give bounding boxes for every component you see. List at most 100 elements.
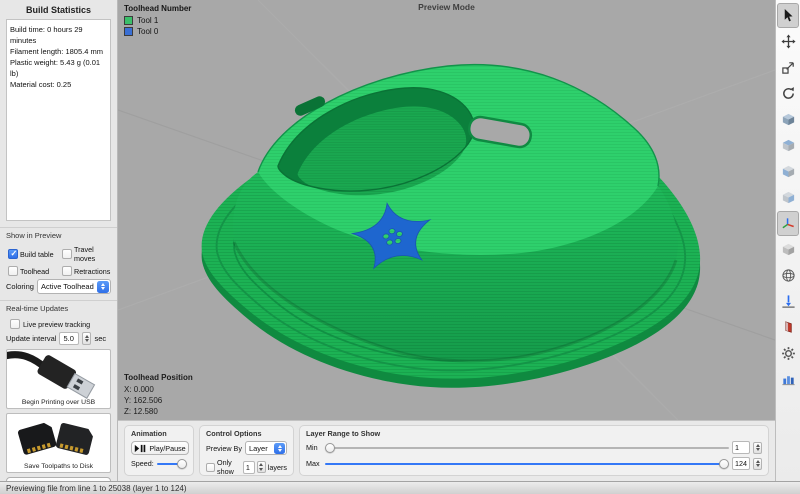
usb-cable-image <box>7 350 110 399</box>
dropdown-arrows-icon <box>97 281 109 293</box>
support-icon <box>781 320 796 335</box>
scale-icon <box>781 60 796 75</box>
view-top-button[interactable] <box>777 133 799 158</box>
statistics-button[interactable] <box>777 367 799 392</box>
stat-build-time: Build time: 0 hours 29 minutes <box>10 24 107 46</box>
build-table-checkbox[interactable] <box>8 249 18 259</box>
update-interval-unit: sec <box>94 334 106 343</box>
cube-front-icon <box>781 164 796 179</box>
retractions-checkbox[interactable] <box>62 266 72 276</box>
layer-range-title: Layer Range to Show <box>306 429 762 438</box>
only-show-checkbox[interactable] <box>206 463 215 472</box>
min-slider-track[interactable] <box>325 447 729 450</box>
preview-by-row: Preview By Layer <box>206 441 287 455</box>
only-show-unit: layers <box>268 463 287 472</box>
wireframe-sphere-icon <box>781 268 796 283</box>
save-toolpaths-button[interactable]: Save Toolpaths to Disk <box>6 413 111 473</box>
max-layer-input[interactable]: 124 <box>732 457 750 470</box>
move-icon <box>781 34 796 49</box>
model-visibility-button[interactable] <box>777 237 799 262</box>
coloring-value: Active Toolhead <box>38 282 97 291</box>
stat-plastic-weight: Plastic weight: 5.43 g (0.01 lb) <box>10 57 107 79</box>
legend-title: Toolhead Number <box>124 4 191 13</box>
checkbox-travel-moves[interactable]: Travel moves <box>62 245 116 263</box>
layer-range-group: Layer Range to Show Min 1 Max 124 <box>299 425 769 476</box>
live-preview-tracking-checkbox[interactable] <box>10 319 20 329</box>
usb-button-caption: Begin Printing over USB <box>22 399 95 406</box>
tool0-color-swatch <box>124 27 133 36</box>
speed-row: Speed: <box>131 458 187 469</box>
only-show-stepper[interactable] <box>257 461 266 473</box>
animation-title: Animation <box>131 429 187 438</box>
cube-iso-icon <box>781 112 796 127</box>
cross-section-icon <box>781 294 796 309</box>
checkbox-toolhead[interactable]: Toolhead <box>8 266 62 276</box>
view-iso-button[interactable] <box>777 107 799 132</box>
move-tool-button[interactable] <box>777 29 799 54</box>
toolhead-label: Toolhead <box>20 267 49 276</box>
status-text: Previewing file from line 1 to 25038 (la… <box>6 484 187 493</box>
coloring-row: Coloring Active Toolhead <box>0 276 117 294</box>
speed-label: Speed: <box>131 459 154 468</box>
coloring-dropdown[interactable]: Active Toolhead <box>37 279 111 294</box>
stat-material-cost: Material cost: 0.25 <box>10 79 107 90</box>
cube-gray-icon <box>781 242 796 257</box>
cross-section-button[interactable] <box>777 289 799 314</box>
max-layer-row: Max 124 <box>306 457 762 470</box>
animation-group: Animation Play/Pause Speed: <box>124 425 194 476</box>
build-statistics-box: Build time: 0 hours 29 minutes Filament … <box>6 19 111 221</box>
max-slider-knob[interactable] <box>719 459 729 469</box>
travel-moves-label: Travel moves <box>74 245 116 263</box>
preview-by-dropdown[interactable]: Layer <box>245 441 287 455</box>
travel-moves-checkbox[interactable] <box>62 249 72 259</box>
only-show-label: Only show <box>217 458 241 476</box>
bar-chart-icon <box>781 372 796 387</box>
toolhead-z: Z: 12.580 <box>124 406 193 417</box>
live-preview-tracking-row[interactable]: Live preview tracking <box>0 316 117 329</box>
min-layer-input[interactable]: 1 <box>732 441 750 454</box>
max-layer-stepper[interactable] <box>753 458 762 470</box>
toolhead-position-readout: Toolhead Position X: 0.000 Y: 162.506 Z:… <box>124 372 193 417</box>
begin-printing-usb-button[interactable]: Begin Printing over USB <box>6 349 111 409</box>
view-toolbar <box>775 0 800 481</box>
min-slider-knob[interactable] <box>325 443 335 453</box>
view-front-button[interactable] <box>777 159 799 184</box>
realtime-updates-section: Real-time Updates <box>0 300 117 313</box>
min-layer-slider[interactable] <box>325 442 729 453</box>
max-layer-slider[interactable] <box>325 458 729 469</box>
update-interval-stepper[interactable] <box>82 332 91 345</box>
wireframe-button[interactable] <box>777 263 799 288</box>
preview-checkbox-grid: Build table Travel moves Toolhead Retrac… <box>0 243 117 276</box>
cursor-icon <box>781 8 796 23</box>
axes-icon <box>781 216 796 231</box>
sd-button-caption: Save Toolpaths to Disk <box>24 463 93 470</box>
play-pause-label: Play/Pause <box>149 444 185 453</box>
update-interval-input[interactable]: 5.0 <box>59 332 79 345</box>
update-interval-label: Update interval <box>6 334 56 343</box>
preview-viewport[interactable]: Preview Mode Toolhead Number Tool 1 Tool… <box>118 0 775 420</box>
only-show-input[interactable]: 1 <box>243 461 255 474</box>
cube-top-icon <box>781 138 796 153</box>
coloring-label: Coloring <box>6 282 34 291</box>
build-statistics-title: Build Statistics <box>0 5 117 15</box>
tool1-color-swatch <box>124 16 133 25</box>
support-structures-button[interactable] <box>777 315 799 340</box>
live-preview-tracking-label: Live preview tracking <box>23 320 90 329</box>
select-tool-button[interactable] <box>777 3 799 28</box>
toolhead-checkbox[interactable] <box>8 266 18 276</box>
stat-filament-length: Filament length: 1805.4 mm <box>10 46 107 57</box>
checkbox-build-table[interactable]: Build table <box>8 245 62 263</box>
min-layer-stepper[interactable] <box>753 442 762 454</box>
app-window: Build Statistics Build time: 0 hours 29 … <box>0 0 800 494</box>
scale-tool-button[interactable] <box>777 55 799 80</box>
play-pause-button[interactable]: Play/Pause <box>131 441 189 455</box>
checkbox-retractions[interactable]: Retractions <box>62 266 116 276</box>
view-side-button[interactable] <box>777 185 799 210</box>
speed-slider[interactable] <box>157 458 187 469</box>
rotate-tool-button[interactable] <box>777 81 799 106</box>
coordinate-axes-button[interactable] <box>777 211 799 236</box>
settings-button[interactable] <box>777 341 799 366</box>
toolhead-y: Y: 162.506 <box>124 395 193 406</box>
preview-by-value: Layer <box>246 444 274 453</box>
speed-slider-knob[interactable] <box>177 459 187 469</box>
